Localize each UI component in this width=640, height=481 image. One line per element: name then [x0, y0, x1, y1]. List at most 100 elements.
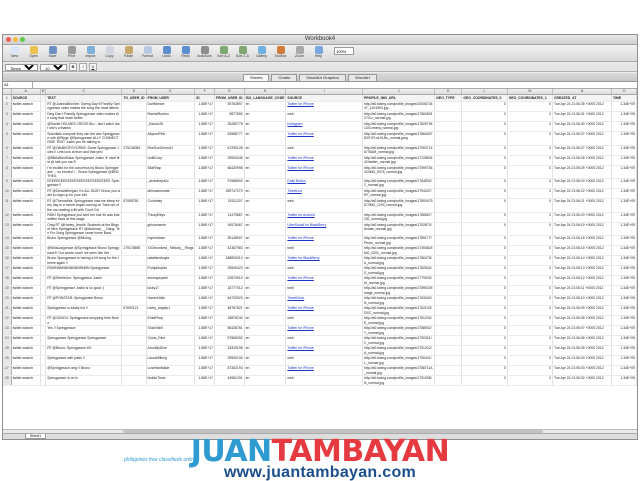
table-cell[interactable]: 0: [461, 111, 508, 122]
table-cell[interactable]: http://a0.twimg.com/profile_images/17633…: [362, 295, 436, 307]
table-cell[interactable]: 1.34E+09: [611, 305, 637, 317]
table-cell[interactable]: 0: [461, 355, 508, 367]
table-cell[interactable]: 0: [461, 198, 508, 213]
table-cell[interactable]: http://a0.twimg.com/profile_images/17885…: [362, 212, 436, 223]
table-cell[interactable]: 1.86E+17: [194, 235, 216, 247]
table-cell[interactable]: Twitter for iPhone: [285, 345, 364, 357]
table-cell[interactable]: 0: [461, 325, 508, 337]
table-cell[interactable]: UberSocial for BlackBerry: [285, 222, 364, 237]
table-cell[interactable]: 1.34E+09: [611, 198, 637, 213]
table-cell[interactable]: [434, 222, 463, 237]
table-cell[interactable]: twitter-search: [11, 121, 41, 132]
table-cell[interactable]: Twitter for iPhone: [285, 131, 364, 146]
row-number[interactable]: 7: [3, 155, 12, 166]
header-cell[interactable]: ID: [194, 94, 216, 102]
table-cell[interactable]: XXXmonkest_ Melody__Rings: [146, 245, 196, 257]
table-cell[interactable]: 1.86E+17: [194, 325, 216, 337]
table-cell[interactable]: [121, 222, 147, 237]
table-cell[interactable]: [434, 315, 463, 327]
row-number[interactable]: 12: [3, 212, 12, 223]
table-cell[interactable]: ShahYahll: [146, 325, 196, 337]
table-cell[interactable]: twitter-search: [11, 375, 41, 387]
table-cell[interactable]: 57865092: [214, 335, 245, 347]
table-cell[interactable]: 1.34E+09: [611, 145, 637, 156]
table-cell[interactable]: 1.86E+17: [194, 188, 216, 200]
table-cell[interactable]: RT @Deswalthegan: It's ALL BUSY Bruno yo…: [45, 188, 123, 200]
bold-button[interactable]: B: [69, 63, 77, 71]
table-cell[interactable]: twitter-search: [11, 155, 41, 166]
header-cell[interactable]: FROM_USER: [146, 94, 196, 102]
table-cell[interactable]: web: [285, 265, 364, 277]
table-cell[interactable]: http://a0.twimg.com/profile_images/17903…: [362, 145, 436, 156]
table-cell[interactable]: twitter-search: [11, 335, 41, 347]
table-cell[interactable]: twitter-search: [11, 345, 41, 357]
table-cell[interactable]: LoserfanMade: [146, 365, 196, 377]
row-number[interactable]: 20: [3, 295, 12, 307]
table-cell[interactable]: 1.86E+17: [194, 355, 216, 367]
table-cell[interactable]: RT @PONSTAR: Springpeace Bruno: [45, 295, 123, 307]
table-cell[interactable]: ErikaPimp: [146, 315, 196, 327]
table-cell[interactable]: 16978467: [214, 222, 245, 237]
table-cell[interactable]: en: [244, 111, 287, 122]
table-cell[interactable]: en: [244, 255, 287, 267]
table-cell[interactable]: 35148907: [214, 235, 245, 247]
table-cell[interactable]: 0: [461, 275, 508, 287]
table-cell[interactable]: 24311207: [214, 198, 245, 213]
table-cell[interactable]: 0: [507, 245, 554, 257]
table-cell[interactable]: 0: [461, 305, 508, 317]
table-cell[interactable]: twitter-search: [11, 355, 41, 367]
row-number[interactable]: 5: [3, 131, 12, 146]
sheet-tab[interactable]: Sheet1: [25, 434, 47, 439]
row-number[interactable]: 22: [3, 315, 12, 327]
table-cell[interactable]: 0: [461, 121, 508, 132]
table-cell[interactable]: en: [244, 375, 287, 387]
table-cell[interactable]: [434, 325, 463, 337]
spreadsheet-grid[interactable]: ABCDEFGHIJKLMNO 1 SOURCE TEXT TO_USER_ID FRO…: [3, 89, 637, 434]
row-number[interactable]: 1: [3, 94, 12, 102]
table-cell[interactable]: twitter-search: [11, 178, 41, 190]
table-cell[interactable]: 1.86E+17: [194, 101, 216, 112]
table-cell[interactable]: AllysonPink: [146, 131, 196, 146]
table-cell[interactable]: 67290128: [214, 145, 245, 156]
table-cell[interactable]: http://a0.twimg.com/profile_images/17928…: [362, 222, 436, 237]
table-cell[interactable]: http://a0.twimg.com/profile_images/17899…: [362, 285, 436, 297]
table-cell[interactable]: 44981201: [214, 375, 245, 387]
table-cell[interactable]: DarWeezer: [146, 101, 196, 112]
table-cell[interactable]: Tue Apr 24 21:06:25 +0000 2012: [552, 165, 613, 180]
table-cell[interactable]: 1.86E+17: [194, 178, 216, 190]
table-cell[interactable]: 0: [507, 188, 554, 200]
table-cell[interactable]: 1.34E+09: [611, 235, 637, 247]
table-cell[interactable]: Pumpkinphis: [146, 265, 196, 277]
table-cell[interactable]: 1.34E+09: [611, 101, 637, 112]
table-cell[interactable]: [434, 245, 463, 257]
table-cell[interactable]: nataliemikayla: [146, 255, 196, 267]
table-cell[interactable]: twitter-search: [11, 275, 41, 287]
table-cell[interactable]: RMKI Springpeace just sent her hair lik …: [45, 212, 123, 223]
table-cell[interactable]: en: [244, 101, 287, 112]
underline-button[interactable]: U: [89, 63, 97, 71]
table-cell[interactable]: en: [244, 315, 287, 327]
table-cell[interactable]: [434, 295, 463, 307]
table-cell[interactable]: 0: [507, 275, 554, 287]
table-cell[interactable]: Bruno Springpeace @BkUng.: [45, 235, 123, 247]
header-cell[interactable]: GEO_COORDINATES_1: [507, 94, 554, 102]
table-cell[interactable]: 87690121: [121, 305, 147, 317]
table-cell[interactable]: 0: [507, 178, 554, 190]
table-cell[interactable]: en: [244, 235, 287, 247]
header-cell[interactable]: GEO_TYPE: [434, 94, 463, 102]
table-cell[interactable]: 66420998: [214, 165, 245, 180]
toolbar-button-redo[interactable]: Redo: [176, 45, 195, 62]
header-cell[interactable]: TIME: [611, 94, 637, 102]
table-cell[interactable]: 0: [507, 111, 554, 122]
table-cell[interactable]: [434, 285, 463, 297]
table-cell[interactable]: Twitter for iPhone: [285, 365, 364, 377]
table-cell[interactable]: [121, 235, 147, 247]
table-cell[interactable]: en: [244, 305, 287, 317]
table-cell[interactable]: twitter-search: [11, 198, 41, 213]
table-cell[interactable]: 0: [507, 305, 554, 317]
table-cell[interactable]: [121, 325, 147, 337]
table-cell[interactable]: 0: [461, 165, 508, 180]
table-cell[interactable]: Ding Dan f Panelly Springpeace video mak…: [45, 111, 123, 122]
table-cell[interactable]: 0: [507, 101, 554, 112]
tab-charts[interactable]: Charts: [271, 74, 298, 81]
